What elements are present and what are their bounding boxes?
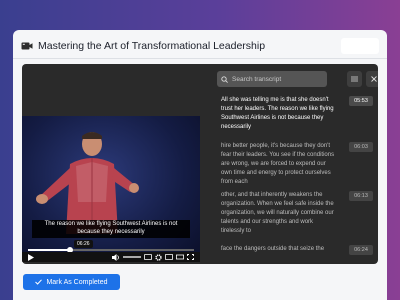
video-frame[interactable]: The reason we like flying Southwest Airl…: [22, 116, 200, 262]
theater-mode-icon[interactable]: [176, 254, 184, 260]
progress-fill: [28, 249, 70, 251]
segment-text: face the dangers outside that seize the: [221, 246, 325, 252]
segment-text: other, and that inherently weakens the o…: [221, 192, 334, 234]
segment-text: All she was telling me is that she doesn…: [221, 97, 334, 130]
mark-completed-button[interactable]: Mark As Completed: [23, 274, 120, 290]
filter-button[interactable]: [347, 71, 362, 87]
list-filter-icon: [351, 76, 358, 82]
transcript-panel: All she was telling me is that she doesn…: [206, 64, 378, 264]
segment-timestamp[interactable]: 05:53: [349, 96, 373, 106]
course-card: Mastering the Art of Transformational Le…: [13, 30, 387, 300]
transcript-segment[interactable]: hire better people, it's because they do…: [221, 142, 378, 187]
segment-text: hire better people, it's because they do…: [221, 143, 335, 185]
segment-timestamp[interactable]: 06:24: [349, 245, 373, 255]
transcript-search[interactable]: [217, 71, 327, 87]
progress-bar[interactable]: [28, 247, 194, 253]
close-transcript-button[interactable]: [366, 71, 378, 87]
segment-timestamp[interactable]: 06:13: [349, 191, 373, 201]
transcript-segment[interactable]: other, and that inherently weakens the o…: [221, 191, 378, 236]
play-icon[interactable]: [28, 253, 34, 261]
title-row: Mastering the Art of Transformational Le…: [21, 40, 265, 52]
segment-timestamp[interactable]: 06:03: [349, 142, 373, 152]
header-action-button[interactable]: [341, 38, 379, 54]
check-icon: [35, 279, 43, 285]
search-input[interactable]: [232, 75, 322, 83]
divider: [13, 58, 387, 59]
fullscreen-icon[interactable]: [187, 254, 194, 260]
search-icon: [221, 75, 228, 83]
video-player: The reason we like flying Southwest Airl…: [22, 64, 378, 264]
transcript-segment[interactable]: All she was telling me is that she doesn…: [221, 96, 378, 132]
close-icon: [370, 76, 377, 82]
volume-slider[interactable]: [123, 256, 141, 258]
closed-captions-icon[interactable]: [144, 254, 152, 260]
video-camera-icon: [21, 42, 33, 50]
hover-time-tooltip: 06:26: [74, 240, 93, 248]
mark-completed-label: Mark As Completed: [46, 278, 108, 286]
settings-gear-icon[interactable]: [155, 253, 162, 261]
volume-icon[interactable]: [112, 253, 120, 261]
transcript-segment[interactable]: face the dangers outside that seize the …: [221, 245, 378, 255]
cast-icon[interactable]: [165, 254, 173, 260]
player-controls: [22, 252, 200, 262]
video-caption: The reason we like flying Southwest Airl…: [32, 220, 190, 238]
page-title: Mastering the Art of Transformational Le…: [38, 40, 266, 52]
